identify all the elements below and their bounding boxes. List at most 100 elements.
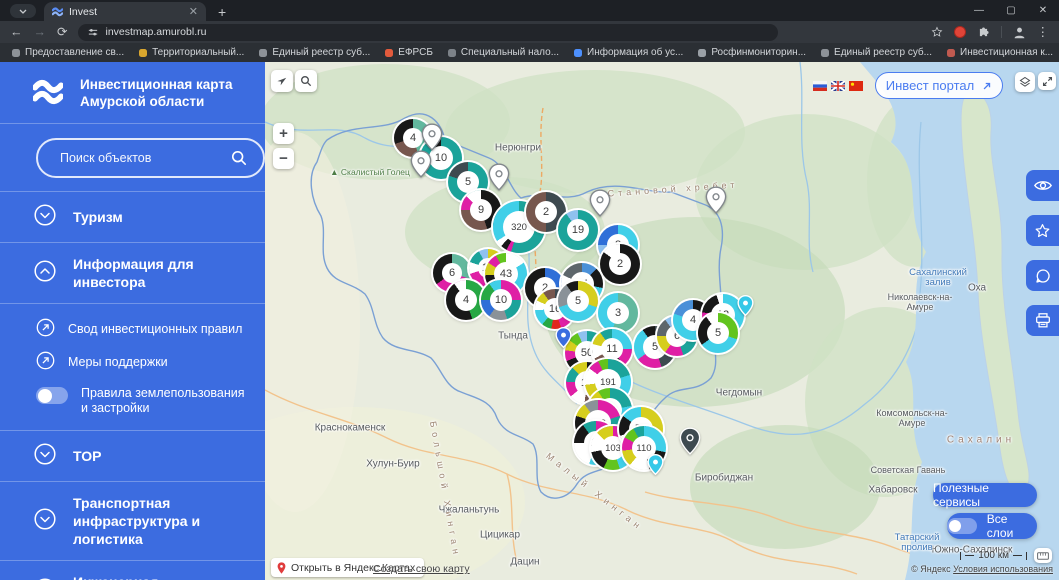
sidebar-section-expanded[interactable]: Информация для инвестора (0, 243, 265, 304)
map-label: Цицикар (479, 529, 521, 541)
map-pin-marker[interactable] (705, 186, 727, 219)
create-own-map-link[interactable]: Создать свою карту (373, 563, 470, 575)
favorites-button[interactable] (1026, 215, 1059, 246)
map-cluster-marker[interactable]: 3 (598, 293, 638, 333)
bookmark-label: Единый реестр суб... (834, 47, 932, 58)
sidebar-section-collapsed[interactable]: Туризм (0, 192, 265, 243)
reload-button[interactable]: ⟳ (57, 26, 67, 39)
map-canvas[interactable]: Нерюнгри Тында Чегдомын Комсомольск-на-Амур… (265, 62, 1059, 580)
map-point-marker[interactable] (555, 326, 572, 353)
sidebar-subpanel: Свод инвестиционных правил Меры поддержки… (0, 304, 265, 431)
map-cluster-marker[interactable]: 5 (558, 281, 598, 321)
back-button[interactable]: ← (10, 26, 23, 39)
star-icon (1035, 223, 1050, 237)
cluster-count: 19 (567, 219, 589, 241)
map-layers-button[interactable] (1015, 72, 1035, 92)
all-layers-toggle[interactable]: Все слои (947, 512, 1037, 540)
sidebar-sublink[interactable]: Свод инвестиционных правил (36, 318, 247, 340)
map-cluster-marker[interactable]: 10 (481, 280, 521, 320)
window-maximize-button[interactable]: ▢ (995, 0, 1027, 21)
chevron-down-icon (34, 508, 56, 534)
map-cluster-marker[interactable]: 4 (446, 280, 486, 320)
bookmark-item[interactable]: ЕФРСБ (385, 47, 433, 58)
zoom-out-button[interactable]: − (273, 148, 294, 169)
map-pin-marker[interactable] (410, 150, 432, 183)
magnifier-icon (301, 76, 312, 87)
printer-icon (1035, 313, 1050, 328)
browser-menu-icon[interactable]: ⋮ (1037, 26, 1050, 39)
map-label: Краснокаменск (314, 422, 386, 434)
lang-en-flag[interactable] (831, 81, 845, 91)
view-mode-button[interactable] (1026, 170, 1059, 201)
sublink-label: Свод инвестиционных правил (68, 322, 243, 336)
map-point-marker[interactable] (737, 294, 754, 321)
sidebar-section-collapsed[interactable]: ТОР (0, 431, 265, 482)
terms-link[interactable]: Условия использования (953, 564, 1053, 574)
search-input[interactable] (58, 149, 223, 166)
bookmark-item[interactable]: Предоставление св... (12, 47, 124, 58)
sidebar-sublink[interactable]: Меры поддержки (36, 351, 247, 373)
map-search-button[interactable] (295, 70, 317, 92)
sidebar-section-label: ТОР (73, 448, 102, 464)
invest-portal-button[interactable]: Инвест портал (875, 72, 1003, 99)
map-pin-marker[interactable] (589, 189, 611, 222)
print-button[interactable] (1026, 305, 1059, 336)
chat-icon (1035, 268, 1050, 283)
profile-avatar-icon[interactable] (1013, 26, 1026, 39)
map-cluster-marker[interactable]: 2 (600, 244, 640, 284)
useful-services-button[interactable]: Полезные сервисы (933, 481, 1037, 509)
invest-map-logo (33, 79, 63, 105)
browser-tab-invest[interactable]: Invest ✕ (44, 2, 206, 21)
fullscreen-button[interactable] (1038, 72, 1056, 90)
bookmark-favicon (259, 48, 268, 57)
tab-close-icon[interactable]: ✕ (189, 6, 198, 17)
sidebar-section-collapsed[interactable]: Транспортная инфраструктура и логистика (0, 482, 265, 561)
bookmark-label: Предоставление св... (25, 47, 125, 58)
bookmark-item[interactable]: Единый реестр суб... (259, 47, 370, 58)
bookmarks-bar: Предоставление св... Территориальный... Ед… (0, 43, 1059, 62)
bookmark-favicon (447, 48, 456, 57)
bookmark-label: Инвестиционная к... (960, 47, 1054, 58)
map-pin-marker[interactable] (679, 427, 701, 460)
tab-title: Invest (69, 5, 98, 18)
bookmark-favicon (698, 48, 707, 57)
map-label: Тында (498, 330, 528, 342)
bookmark-item[interactable]: Росфинмониторин... (698, 47, 806, 58)
forward-button[interactable]: → (34, 26, 47, 39)
map-label: ▲ Скалистый Голец (330, 167, 410, 177)
yandex-pin-icon (277, 561, 286, 574)
sidebar-section-label: Транспортная инфраструктура и логистика (73, 495, 201, 547)
bookmark-item[interactable]: Территориальный... (139, 47, 244, 58)
map-pin-marker[interactable] (488, 163, 510, 196)
search-icon[interactable] (231, 150, 247, 166)
adblock-extension-icon[interactable] (953, 26, 966, 38)
external-link-icon (36, 318, 55, 340)
ruler-button[interactable] (1034, 548, 1052, 563)
bookmark-item[interactable]: Информация об ус... (574, 47, 683, 58)
bookmark-item[interactable]: Единый реестр суб... (821, 47, 932, 58)
lang-zh-flag[interactable] (849, 81, 863, 91)
zoning-rules-toggle[interactable] (36, 387, 68, 404)
window-close-button[interactable]: ✕ (1027, 0, 1059, 21)
map-cluster-marker[interactable]: 5 (698, 313, 738, 353)
all-layers-switch[interactable] (947, 518, 977, 534)
address-bar[interactable]: investmap.amurobl.ru (78, 23, 779, 41)
cluster-count: 9 (470, 199, 492, 221)
feedback-chat-button[interactable] (1026, 260, 1059, 291)
lang-ru-flag[interactable] (813, 81, 827, 91)
extensions-puzzle-icon[interactable] (977, 26, 990, 39)
sidebar-section-collapsed[interactable]: Инженерная инфраструктура (0, 561, 265, 580)
zoom-in-button[interactable]: + (273, 123, 294, 144)
geolocate-button[interactable] (271, 70, 293, 92)
bookmark-item[interactable]: Специальный нало... (447, 47, 559, 58)
bookmark-item[interactable]: Инвестиционная к... (947, 47, 1053, 58)
map-label: Сахалин (946, 434, 1016, 446)
window-minimize-button[interactable]: — (963, 0, 995, 21)
map-label: Чегдомын (715, 387, 763, 399)
bookmark-star-icon[interactable] (931, 26, 943, 38)
map-point-marker[interactable] (647, 453, 664, 480)
chevron-down-icon (34, 204, 56, 230)
tab-search-button[interactable] (10, 4, 36, 18)
new-tab-button[interactable]: + (218, 5, 226, 19)
tab-strip: Invest ✕ + — ▢ ✕ (0, 0, 1059, 21)
